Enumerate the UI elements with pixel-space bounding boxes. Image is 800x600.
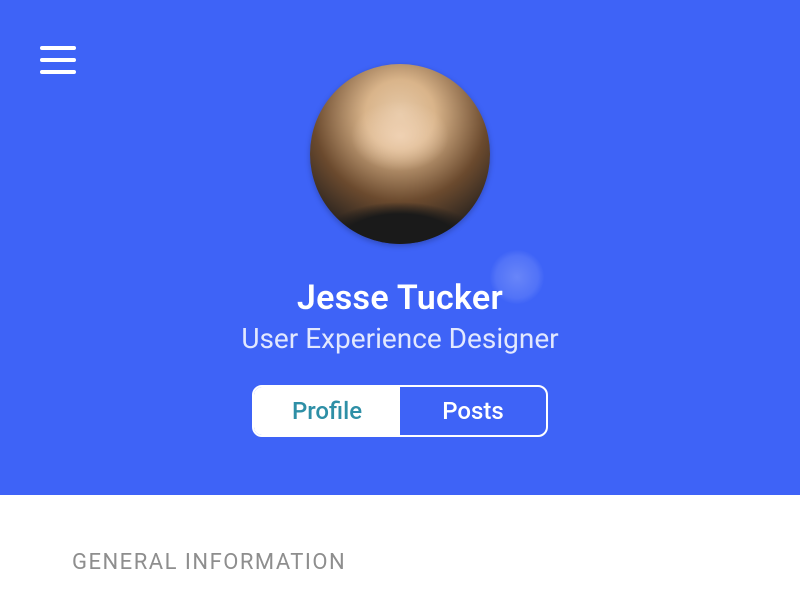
- section-title-general-info: GENERAL INFORMATION: [72, 550, 800, 575]
- profile-name: Jesse Tucker: [297, 278, 503, 318]
- profile-role: User Experience Designer: [241, 322, 558, 355]
- profile-header: Jesse Tucker User Experience Designer Pr…: [0, 0, 800, 495]
- tab-segmented-control: Profile Posts: [252, 385, 548, 437]
- avatar[interactable]: [310, 64, 490, 244]
- tab-posts-label: Posts: [442, 397, 503, 425]
- tab-profile-label: Profile: [292, 397, 362, 425]
- tab-profile[interactable]: Profile: [254, 387, 400, 435]
- tab-posts[interactable]: Posts: [400, 387, 546, 435]
- content-area: GENERAL INFORMATION: [0, 495, 800, 600]
- hamburger-icon[interactable]: [40, 46, 76, 74]
